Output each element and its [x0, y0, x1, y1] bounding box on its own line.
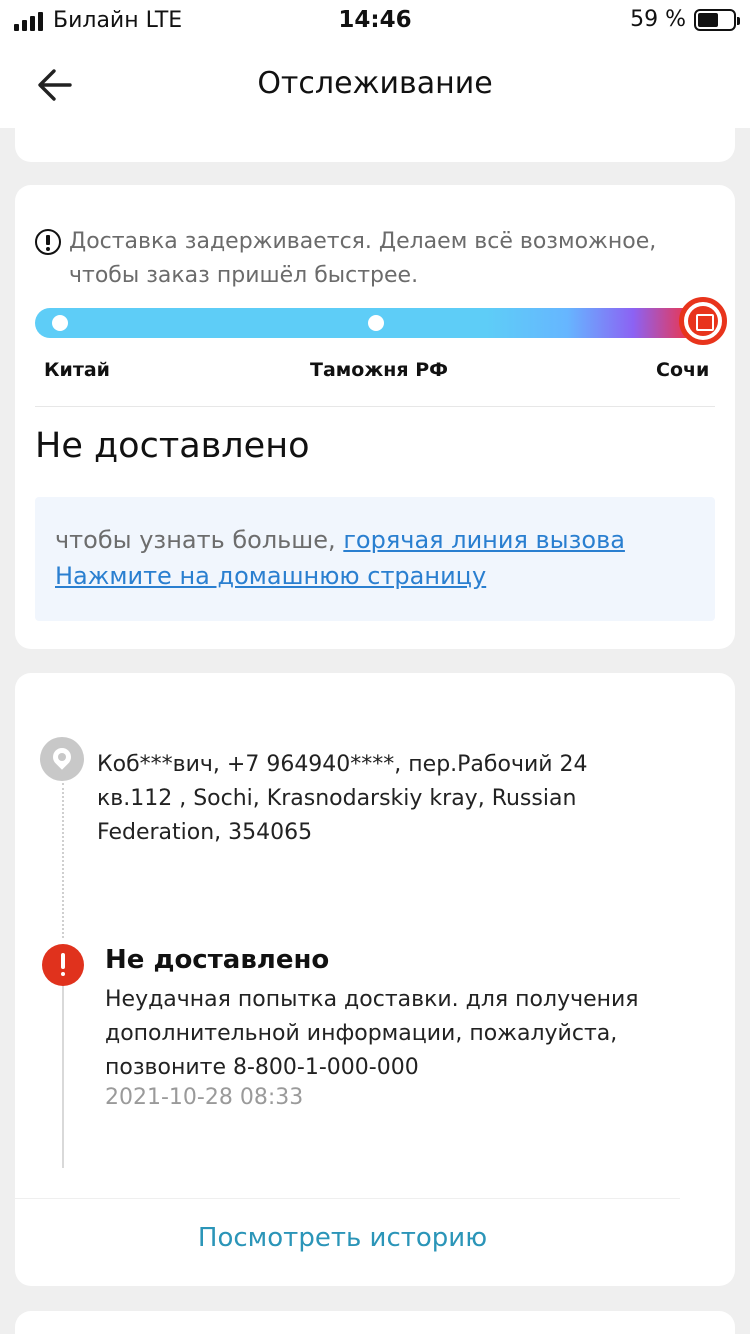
home-page-link[interactable]: Нажмите на домашнюю страницу: [55, 562, 486, 590]
view-history-button[interactable]: Посмотреть историю: [15, 1223, 670, 1253]
divider: [15, 1198, 680, 1199]
delivery-status-title: Не доставлено: [35, 426, 310, 466]
delivery-address: Коб***вич, +7 964940****, пер.Рабочий 24…: [97, 752, 588, 845]
delay-notice: Доставка задерживается. Делаем всё возмо…: [35, 225, 715, 293]
package-icon: [688, 306, 718, 336]
info-prefix: чтобы узнать больше,: [55, 526, 336, 554]
delivery-progress-bar: [35, 308, 700, 338]
status-bar: Билайн LTE 14:46 59 %: [0, 0, 750, 42]
divider: [35, 406, 715, 407]
timeline-connector: [62, 963, 64, 1168]
event-description: Неудачная попытка доставки. для получени…: [105, 987, 639, 1080]
previous-card: [15, 112, 735, 162]
stop-label-customs: Таможня РФ: [310, 359, 448, 381]
battery-percent: 59 %: [630, 7, 686, 32]
progress-dot-customs: [368, 315, 384, 331]
info-line-1: чтобы узнать больше, горячая линия вызов…: [55, 522, 695, 558]
stop-label-sochi: Сочи: [656, 359, 710, 381]
delay-notice-text: Доставка задерживается. Делаем всё возмо…: [69, 229, 657, 288]
exclamation-circle-icon: [35, 229, 61, 255]
battery-icon: [694, 8, 740, 31]
tracking-card: Доставка задерживается. Делаем всё возмо…: [15, 185, 735, 649]
progress-dot-china: [52, 315, 68, 331]
page-title: Отслеживание: [257, 66, 493, 101]
info-box: чтобы узнать больше, горячая линия вызов…: [35, 497, 715, 621]
map-pin-icon: [40, 737, 84, 781]
next-card: [15, 1311, 735, 1334]
event-timestamp: 2021-10-28 08:33: [105, 1085, 304, 1110]
stop-label-china: Китай: [44, 359, 110, 381]
timeline-card: Коб***вич, +7 964940****, пер.Рабочий 24…: [15, 673, 735, 1286]
info-line-2: Нажмите на домашнюю страницу: [55, 558, 695, 594]
status-bar-right: 59 %: [630, 7, 740, 32]
progress-current-marker: [679, 297, 727, 345]
event-title: Не доставлено: [105, 945, 330, 975]
timeline-connector: [62, 783, 64, 938]
hotline-link[interactable]: горячая линия вызова: [343, 526, 625, 554]
error-icon: [42, 944, 84, 986]
